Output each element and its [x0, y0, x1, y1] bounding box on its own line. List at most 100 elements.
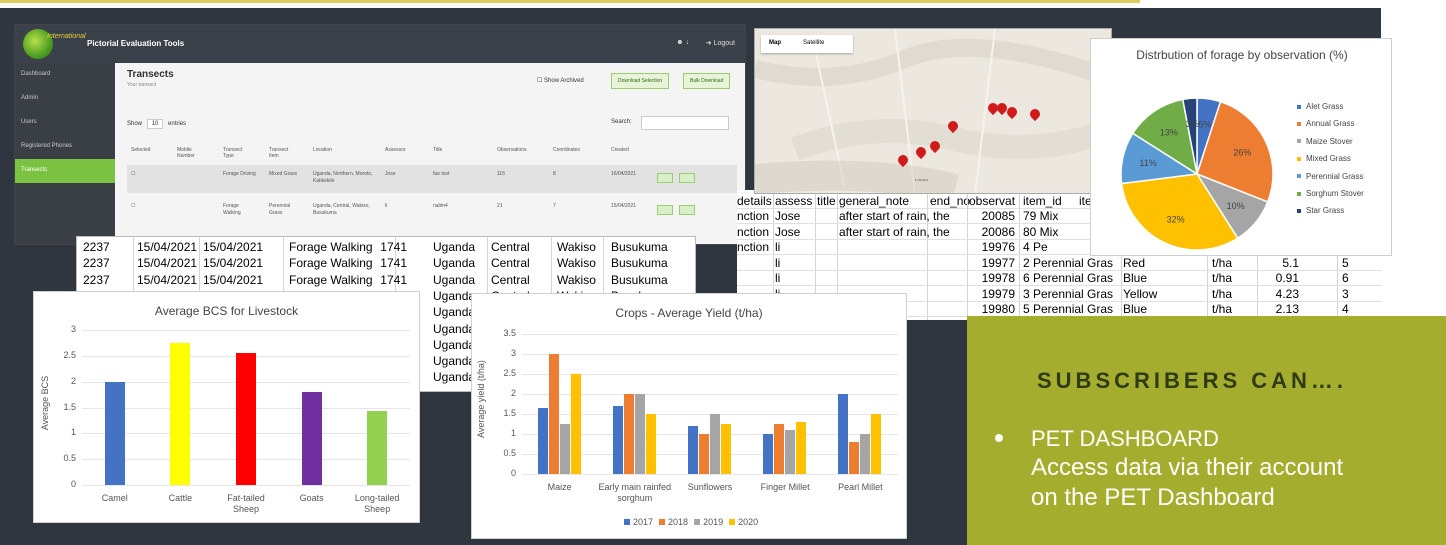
sheet-cell: 2237	[83, 272, 110, 287]
col-coordinates[interactable]: Coordinates	[553, 147, 580, 153]
col-observations[interactable]: Observations	[497, 147, 526, 153]
table-header: Selected Mobile Number Transect Type Tra…	[127, 143, 737, 165]
sheet-header: assess	[775, 194, 813, 208]
cell-assessor: li	[385, 203, 388, 209]
map-type-toggle[interactable]: Map Satellite	[761, 35, 853, 53]
sheet-cell: 80 Mix	[1023, 224, 1059, 239]
sheet-cell: 15/04/2021	[203, 256, 264, 271]
legend-swatch	[1297, 121, 1301, 126]
sheet-cell: 6	[1342, 271, 1349, 285]
sheet-cell: Uganda	[433, 272, 476, 287]
gridline	[82, 485, 410, 486]
subscribers-panel: SUBSCRIBERS CAN…. PET DASHBOARD Access d…	[967, 316, 1446, 545]
sidebar-item-dashboard[interactable]: Dashboard	[15, 63, 115, 87]
satellite-tab[interactable]: Satellite	[803, 40, 824, 46]
sheet-cell: 15/04/2021	[137, 256, 198, 271]
bullet-icon	[995, 434, 1003, 442]
bcs-bar	[170, 342, 191, 485]
col-item[interactable]: Transect Item	[269, 147, 299, 159]
sheet-cell: li	[775, 240, 781, 254]
legend-swatch	[1297, 174, 1301, 179]
yield-bar	[721, 424, 731, 474]
bulk-download-button[interactable]: Bulk Download	[683, 73, 731, 89]
bcs-bar	[104, 381, 125, 485]
delete-button[interactable]	[679, 173, 695, 183]
legend-label: 2019	[703, 517, 724, 527]
sheet-cell: li	[775, 255, 781, 270]
sheet-cell: Uganda	[433, 240, 476, 254]
logout-link[interactable]: ➜ Logout	[706, 39, 735, 47]
col-selected[interactable]: Selected	[131, 147, 150, 153]
yield-bar	[688, 426, 698, 474]
cell-coordinates: 8	[553, 171, 556, 177]
col-location[interactable]: Location	[313, 147, 332, 153]
legend-label: Alet Grass	[1306, 102, 1344, 111]
show-archived-checkbox[interactable]: ☐ Show Archived	[537, 77, 584, 84]
subscribers-heading: SUBSCRIBERS CAN….	[1037, 368, 1348, 393]
y-tick-label: 2	[510, 388, 516, 398]
y-tick-label: 1.5	[503, 408, 516, 418]
sheet-cell: 4 Pe	[1023, 240, 1048, 254]
map-tab[interactable]: Map	[769, 40, 781, 46]
sheet-cell: Jose	[775, 224, 801, 239]
yield-title: Crops - Average Yield (t/ha)	[615, 306, 763, 320]
yield-bar	[796, 422, 807, 474]
entries-select[interactable]: 10	[146, 119, 164, 129]
legend-label: Perennial Grass	[1306, 171, 1364, 181]
sidebar-item-admin[interactable]: Admin	[15, 87, 115, 111]
sheet-header: title	[817, 194, 836, 208]
view-button[interactable]	[657, 205, 673, 215]
sheet-cell: 15/04/2021	[137, 272, 198, 287]
pie-value-label: 13%	[1160, 128, 1178, 138]
x-category-label: Early main rainfed sorghum	[598, 482, 672, 503]
legend-label: Sorghum Stover	[1306, 189, 1364, 198]
y-tick-label: 0.5	[63, 453, 76, 464]
cell-coordinates: 7	[553, 203, 556, 209]
sheet-cell: 19979	[981, 286, 1015, 301]
sheet-cell: Central	[491, 256, 530, 271]
sheet-cell: Busukuma	[611, 240, 668, 254]
yield-bar	[838, 394, 849, 474]
map-view[interactable]: Map Satellite Lokopo	[754, 28, 1112, 194]
sheet-cell: Blue	[1123, 302, 1148, 316]
search-input[interactable]	[641, 116, 729, 130]
sheet-cell: Blue	[1123, 271, 1148, 285]
sidebar-item-transects[interactable]: Transects	[15, 159, 115, 183]
yield-bar	[849, 442, 860, 474]
app-topbar: International Pictorial Evaluation Tools…	[15, 25, 745, 63]
gridline	[522, 474, 898, 475]
row-checkbox[interactable]: ☐	[131, 171, 135, 178]
col-created[interactable]: Created	[611, 147, 629, 153]
view-button[interactable]	[657, 173, 673, 183]
pie-value-label: 11%	[1139, 158, 1156, 168]
sheet-cell: after start of rain, the	[839, 209, 950, 223]
col-assessor[interactable]: Assessor	[385, 147, 406, 153]
pie-value-label: 5%	[1198, 119, 1211, 129]
col-title[interactable]: Title	[433, 147, 442, 153]
col-type[interactable]: Transect Type	[223, 147, 253, 159]
y-tick-label: 3	[510, 348, 516, 358]
sheet-cell: Uganda	[433, 354, 476, 369]
sheet-cell: Uganda	[433, 288, 476, 303]
delete-button[interactable]	[679, 205, 695, 215]
yield-bar	[860, 434, 871, 474]
col-mobile[interactable]: Mobile Number	[177, 147, 207, 159]
cell-location: Uganda, Northern, Moroto, Katikekile	[313, 171, 373, 184]
cell-type: Forage Walking	[223, 203, 241, 216]
sheet-header: general_note	[839, 194, 910, 208]
bcs-title: Average BCS for Livestock	[154, 304, 299, 318]
sidebar-item-registered-phones[interactable]: Registered Phones	[15, 135, 115, 159]
row-checkbox[interactable]: ☐	[131, 203, 135, 210]
sheet-header: details	[737, 194, 772, 208]
sheet-cell: 5	[1342, 255, 1349, 270]
sheet-cell: 3 Perennial Gras	[1023, 286, 1114, 301]
sidebar-item-users[interactable]: Users	[15, 111, 115, 135]
cell-item: Mixed Grass	[269, 171, 298, 177]
pie-legend-item: Sorghum Stover	[1297, 189, 1364, 198]
sheet-cell: t/ha	[1212, 271, 1233, 285]
download-selection-button[interactable]: Download Selection	[611, 73, 670, 89]
sheet-row: 2237 15/04/2021 15/04/2021 Forage Walking 17…	[77, 272, 695, 287]
user-menu[interactable]: ☻ ↓	[676, 39, 689, 46]
sheet-cell: Wakiso	[557, 240, 596, 254]
user-caret: ↓	[685, 39, 690, 46]
